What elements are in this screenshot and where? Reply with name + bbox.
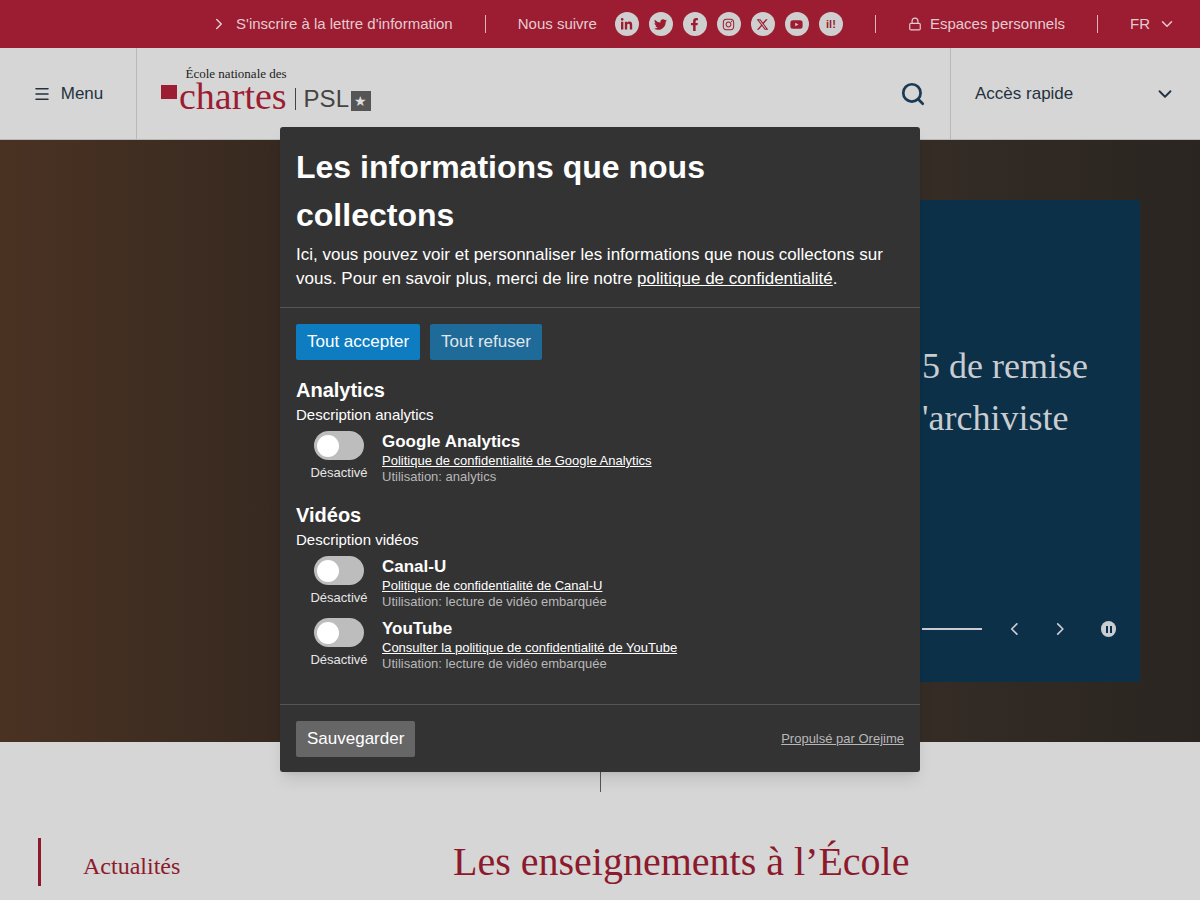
quick-access[interactable]: Accès rapide — [950, 48, 1200, 139]
slider-controls — [922, 618, 1128, 640]
chevron-down-icon — [1154, 83, 1176, 105]
app-toggle[interactable] — [314, 618, 364, 647]
app-toggle[interactable] — [314, 556, 364, 585]
youtube-icon — [790, 18, 803, 31]
purpose-description: Description vidéos — [296, 530, 904, 550]
separator — [485, 15, 486, 33]
refuse-all-button[interactable]: Tout refuser — [430, 324, 542, 360]
chevron-down-icon — [1158, 15, 1176, 33]
social-link[interactable] — [649, 12, 673, 36]
lock-icon — [908, 17, 922, 31]
next-icon[interactable] — [1050, 618, 1071, 640]
social-link[interactable] — [751, 12, 775, 36]
logo-main-text: chartes — [179, 81, 287, 111]
app-name: Canal-U — [382, 556, 607, 578]
app-row: Désactivé Canal-UPolitique de confidentia… — [296, 556, 904, 610]
app-policy-link[interactable]: Politique de confidentialité de Google A… — [382, 453, 652, 469]
social-link[interactable] — [785, 12, 809, 36]
linkedin-icon — [620, 18, 633, 31]
app-toggle[interactable] — [314, 431, 364, 460]
chevron-right-icon — [210, 15, 228, 33]
news-heading: Actualités — [38, 838, 453, 886]
purpose-title: Analytics — [296, 377, 904, 403]
social-link[interactable]: il! — [819, 12, 843, 36]
app-usage: Utilisation: analytics — [382, 469, 652, 485]
accept-all-button[interactable]: Tout accepter — [296, 324, 420, 360]
previous-icon[interactable] — [1004, 618, 1025, 640]
modal-title: Les informations que nous collectons — [296, 143, 756, 239]
app-usage: Utilisation: lecture de vidéo embarquée — [382, 594, 607, 610]
pause-icon[interactable] — [1101, 621, 1116, 637]
x-icon — [756, 18, 769, 31]
bird-icon — [654, 18, 667, 31]
toggle-state: Désactivé — [310, 651, 367, 669]
menu-button[interactable]: Menu — [0, 48, 137, 139]
app-policy-link[interactable]: Consulter la politique de confidentialit… — [382, 640, 677, 656]
app-name: Google Analytics — [382, 431, 652, 453]
newsletter-link[interactable]: S'inscrire à la lettre d'information — [210, 13, 453, 36]
social-link[interactable] — [683, 12, 707, 36]
purpose-description: Description analytics — [296, 405, 904, 425]
top-bar: S'inscrire à la lettre d'information Nous… — [0, 0, 1200, 48]
page: S'inscrire à la lettre d'information Nous… — [0, 0, 1200, 900]
hero-title-line: 'archiviste — [922, 392, 1128, 444]
logo[interactable]: École nationale deschartes PSL★ — [137, 48, 371, 139]
purpose-section: VidéosDescription vidéos Désactivé Canal-U… — [296, 502, 904, 672]
cookie-modal: Les informations que nous collectonsIci,… — [280, 127, 920, 772]
purpose-section: AnalyticsDescription analytics Désactivé G… — [296, 377, 904, 485]
logo-divider — [295, 88, 296, 110]
hero-title-line: 5 de remise — [922, 340, 1128, 392]
follow-group: Nous suivre il! — [518, 12, 843, 36]
social-link[interactable] — [717, 12, 741, 36]
app-name: YouTube — [382, 618, 677, 640]
divider-line — [600, 772, 601, 792]
separator — [1097, 15, 1098, 33]
search-button[interactable] — [900, 48, 950, 139]
logo-small-text: École nationale des — [186, 67, 287, 80]
purpose-title: Vidéos — [296, 502, 904, 528]
app-row: Désactivé YouTubeConsulter la politique d… — [296, 618, 904, 672]
modal-description: Ici, vous pouvez voir et personnaliser l… — [296, 243, 904, 291]
save-button[interactable]: Sauvegarder — [296, 721, 415, 757]
instagram-icon — [722, 18, 735, 31]
privacy-link[interactable]: politique de confidentialité — [637, 269, 833, 288]
search-icon — [900, 81, 926, 107]
social-link[interactable] — [615, 12, 639, 36]
toggle-state: Désactivé — [310, 589, 367, 607]
logo-mark — [161, 85, 177, 99]
app-usage: Utilisation: lecture de vidéo embarquée — [382, 656, 677, 672]
follow-label: Nous suivre — [518, 13, 597, 36]
separator — [875, 15, 876, 33]
powered-by-link[interactable]: Propulsé par Orejime — [781, 729, 904, 749]
menu-icon — [33, 85, 51, 103]
section-heading: Les enseignements à l’École — [453, 838, 909, 886]
language-select[interactable]: FR — [1130, 13, 1176, 36]
slider-progress — [922, 628, 982, 630]
logo-partner: PSL — [304, 87, 349, 111]
hero-panel: 5 de remise'archiviste — [900, 200, 1140, 682]
toggle-state: Désactivé — [310, 464, 367, 482]
facebook-icon — [688, 18, 701, 31]
personal-spaces-link[interactable]: Espaces personnels — [908, 13, 1065, 36]
logo-star: ★ — [351, 91, 371, 111]
app-row: Désactivé Google AnalyticsPolitique de co… — [296, 431, 904, 485]
app-policy-link[interactable]: Politique de confidentialité de Canal-U — [382, 578, 607, 594]
